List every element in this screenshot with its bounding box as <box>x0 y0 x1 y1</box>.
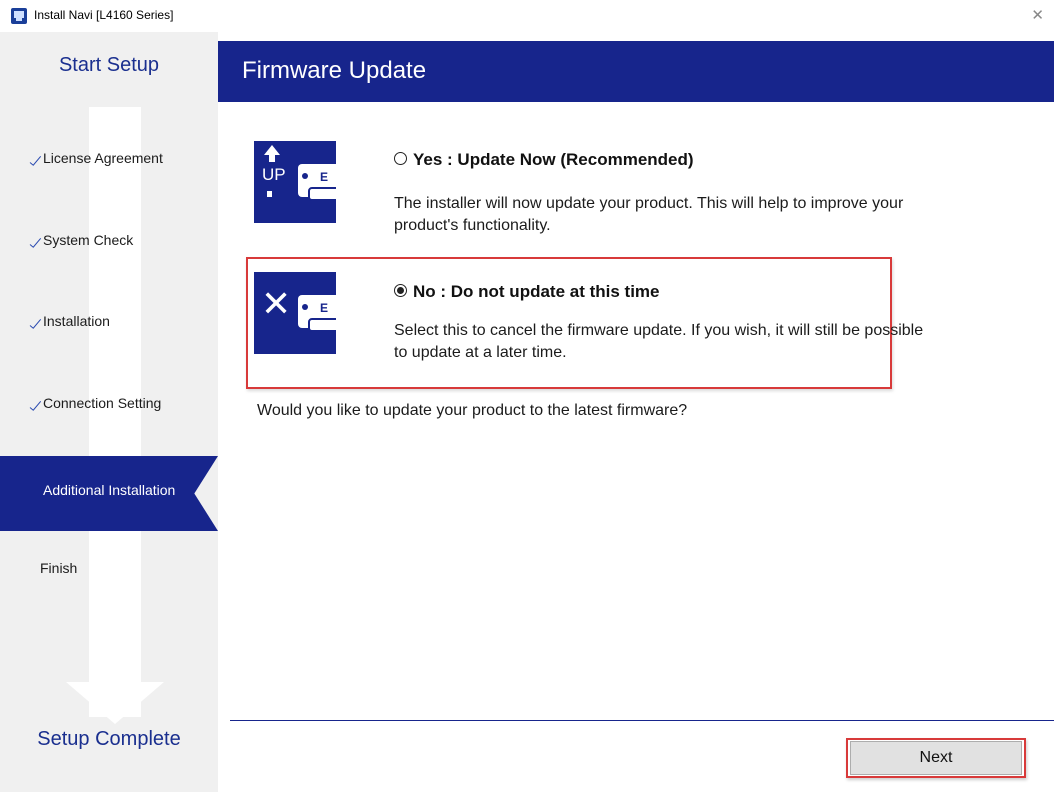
app-printer-icon <box>11 8 27 24</box>
window-title: Install Navi [L4160 Series] <box>34 8 174 22</box>
x-mark-glyph: ✕ <box>261 283 292 324</box>
close-icon[interactable]: ✕ <box>1031 6 1044 24</box>
step-additional-installation: Additional Installation <box>0 456 194 531</box>
footer-divider <box>230 720 1054 721</box>
start-setup-label: Start Setup <box>58 54 160 76</box>
option-no-title: No : Do not update at this time <box>413 282 660 301</box>
printer-icon-text: E <box>320 170 329 184</box>
progress-arrow-head-icon <box>66 682 164 724</box>
step-label: License Agreement <box>43 150 163 166</box>
page-title: Firmware Update <box>242 57 427 84</box>
checkmark-icon <box>30 238 40 243</box>
printer-icon: E <box>298 295 336 332</box>
printer-icon: E <box>298 164 336 201</box>
step-label: Installation <box>43 313 110 329</box>
up-icon-text: UP <box>262 165 286 184</box>
step-installation: Installation <box>0 313 218 333</box>
step-license-agreement: License Agreement <box>0 150 218 170</box>
option-no-radio[interactable]: No : Do not update at this time <box>394 282 660 302</box>
next-button[interactable]: Next <box>850 741 1022 775</box>
active-step-pointer-icon <box>194 456 218 531</box>
radio-unchecked-icon[interactable] <box>394 152 407 165</box>
option-yes-title: Yes : Update Now (Recommended) <box>413 150 694 169</box>
option-yes-description: The installer will now update your produ… <box>394 195 904 234</box>
step-connection-setting: Connection Setting <box>0 395 218 415</box>
update-question: Would you like to update your product to… <box>257 402 688 419</box>
step-system-check: System Check <box>0 232 218 252</box>
printer-icon-text: E <box>320 301 329 315</box>
installer-window: Install Navi [L4160 Series] ✕ Start Setu… <box>0 0 1054 792</box>
option-yes-radio[interactable]: Yes : Update Now (Recommended) <box>394 150 694 170</box>
page-header: Firmware Update <box>218 41 1054 102</box>
checkmark-icon <box>30 319 40 324</box>
step-finish: Finish <box>0 560 218 580</box>
step-label-active: Additional Installation <box>43 482 176 498</box>
setup-complete-label: Setup Complete <box>37 728 181 750</box>
step-label: Finish <box>40 560 78 576</box>
option-no-description: Select this to cancel the firmware updat… <box>394 322 924 361</box>
radio-checked-icon[interactable] <box>394 284 407 297</box>
update-up-icon: UP E <box>254 141 336 223</box>
checkmark-icon <box>30 401 40 406</box>
checkmark-icon <box>30 156 40 161</box>
step-label: System Check <box>43 232 134 248</box>
cancel-x-icon: ✕ E <box>254 272 336 354</box>
step-label: Connection Setting <box>43 395 162 411</box>
title-bar: Install Navi [L4160 Series] ✕ <box>0 0 1054 32</box>
steps-sidebar: Start Setup License Agreement System Che… <box>0 32 218 792</box>
